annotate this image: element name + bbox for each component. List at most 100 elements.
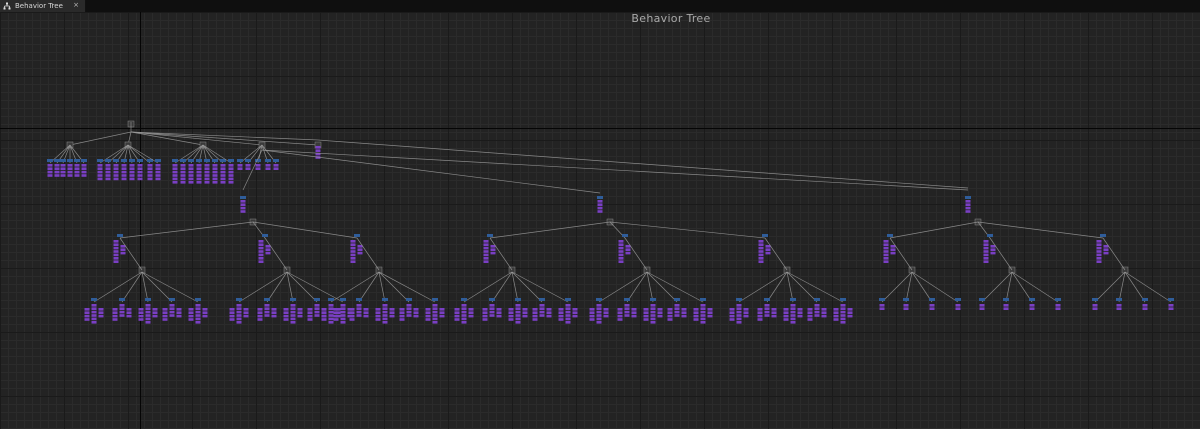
tab-behavior-tree[interactable]: Behavior Tree × <box>0 0 86 12</box>
task-node <box>707 308 713 311</box>
task-node <box>67 170 73 174</box>
decorator-node <box>262 234 268 237</box>
task-node <box>496 311 502 314</box>
task-node <box>121 167 127 170</box>
decorator-node <box>674 298 680 301</box>
close-icon[interactable]: × <box>73 1 79 9</box>
task-node <box>597 200 603 203</box>
task-node <box>807 318 813 321</box>
task-node <box>454 314 460 318</box>
task-node <box>461 307 467 310</box>
task-node <box>264 314 270 317</box>
decorator-node <box>245 159 251 162</box>
task-node <box>229 318 235 321</box>
task-node <box>565 310 571 314</box>
task-node <box>264 304 270 307</box>
tree-wire <box>786 271 844 303</box>
task-node <box>204 164 210 167</box>
task-node <box>236 307 242 310</box>
decorator-node <box>255 159 261 162</box>
tree-wire <box>646 271 704 303</box>
task-node <box>196 170 202 174</box>
tree-wire <box>889 221 979 239</box>
tree-wire <box>358 271 380 303</box>
task-node <box>74 170 80 174</box>
task-node <box>454 308 460 311</box>
task-node <box>240 200 246 203</box>
task-node <box>883 240 889 243</box>
task-node <box>700 317 706 321</box>
tree-wire <box>378 271 436 303</box>
behavior-tree-diagram <box>47 120 1174 324</box>
task-node <box>126 311 132 314</box>
task-node <box>1029 307 1035 310</box>
task-node <box>113 250 119 253</box>
task-node <box>335 308 341 311</box>
behavior-tree-icon <box>3 2 11 10</box>
task-node <box>546 311 552 314</box>
task-node <box>1116 304 1122 307</box>
task-node <box>489 304 495 307</box>
task-node <box>515 304 521 307</box>
tree-wire <box>130 131 263 146</box>
task-node <box>983 250 989 253</box>
task-node <box>903 307 909 310</box>
task-node <box>406 310 412 314</box>
task-node <box>489 307 495 310</box>
task-node <box>91 314 97 317</box>
task-node <box>283 308 289 311</box>
task-node <box>162 308 168 311</box>
task-node <box>237 167 243 170</box>
task-node <box>522 308 528 311</box>
task-node <box>137 167 143 170</box>
task-node <box>546 308 552 311</box>
task-node <box>220 177 226 181</box>
task-node <box>290 307 296 310</box>
tree-wire <box>317 139 969 189</box>
decorator-node <box>406 298 412 301</box>
decorator-node <box>565 298 571 301</box>
task-node <box>47 170 53 174</box>
task-node <box>821 308 827 311</box>
task-node <box>145 321 151 324</box>
task-node <box>195 304 201 307</box>
task-node <box>840 307 846 310</box>
task-node <box>229 314 235 318</box>
task-node <box>1003 304 1009 307</box>
task-node <box>461 317 467 321</box>
task-node <box>983 240 989 243</box>
task-node <box>693 308 699 311</box>
task-node <box>617 318 623 321</box>
task-node <box>169 307 175 310</box>
task-node <box>764 307 770 310</box>
task-node <box>98 308 104 311</box>
graph-canvas[interactable]: Behavior Tree <box>0 12 1200 429</box>
task-node <box>707 314 713 318</box>
task-node <box>196 177 202 181</box>
decorator-node <box>119 298 125 301</box>
task-node <box>129 174 135 177</box>
task-node <box>461 321 467 324</box>
task-node <box>743 308 749 311</box>
task-node <box>847 311 853 314</box>
task-node <box>439 314 445 318</box>
task-node <box>650 314 656 317</box>
task-node <box>162 318 168 321</box>
task-node <box>273 164 279 167</box>
task-node <box>483 250 489 253</box>
task-node <box>979 307 985 310</box>
task-node <box>333 318 339 321</box>
task-node <box>315 146 321 149</box>
task-node <box>180 164 186 167</box>
task-node <box>243 311 249 314</box>
task-node <box>532 314 538 318</box>
task-node <box>496 314 502 318</box>
task-node <box>357 248 363 251</box>
task-node <box>229 311 235 314</box>
task-node <box>113 170 119 174</box>
task-node <box>771 314 777 318</box>
task-node <box>483 253 489 257</box>
task-node <box>389 311 395 314</box>
task-node <box>743 311 749 314</box>
task-node <box>350 257 356 260</box>
